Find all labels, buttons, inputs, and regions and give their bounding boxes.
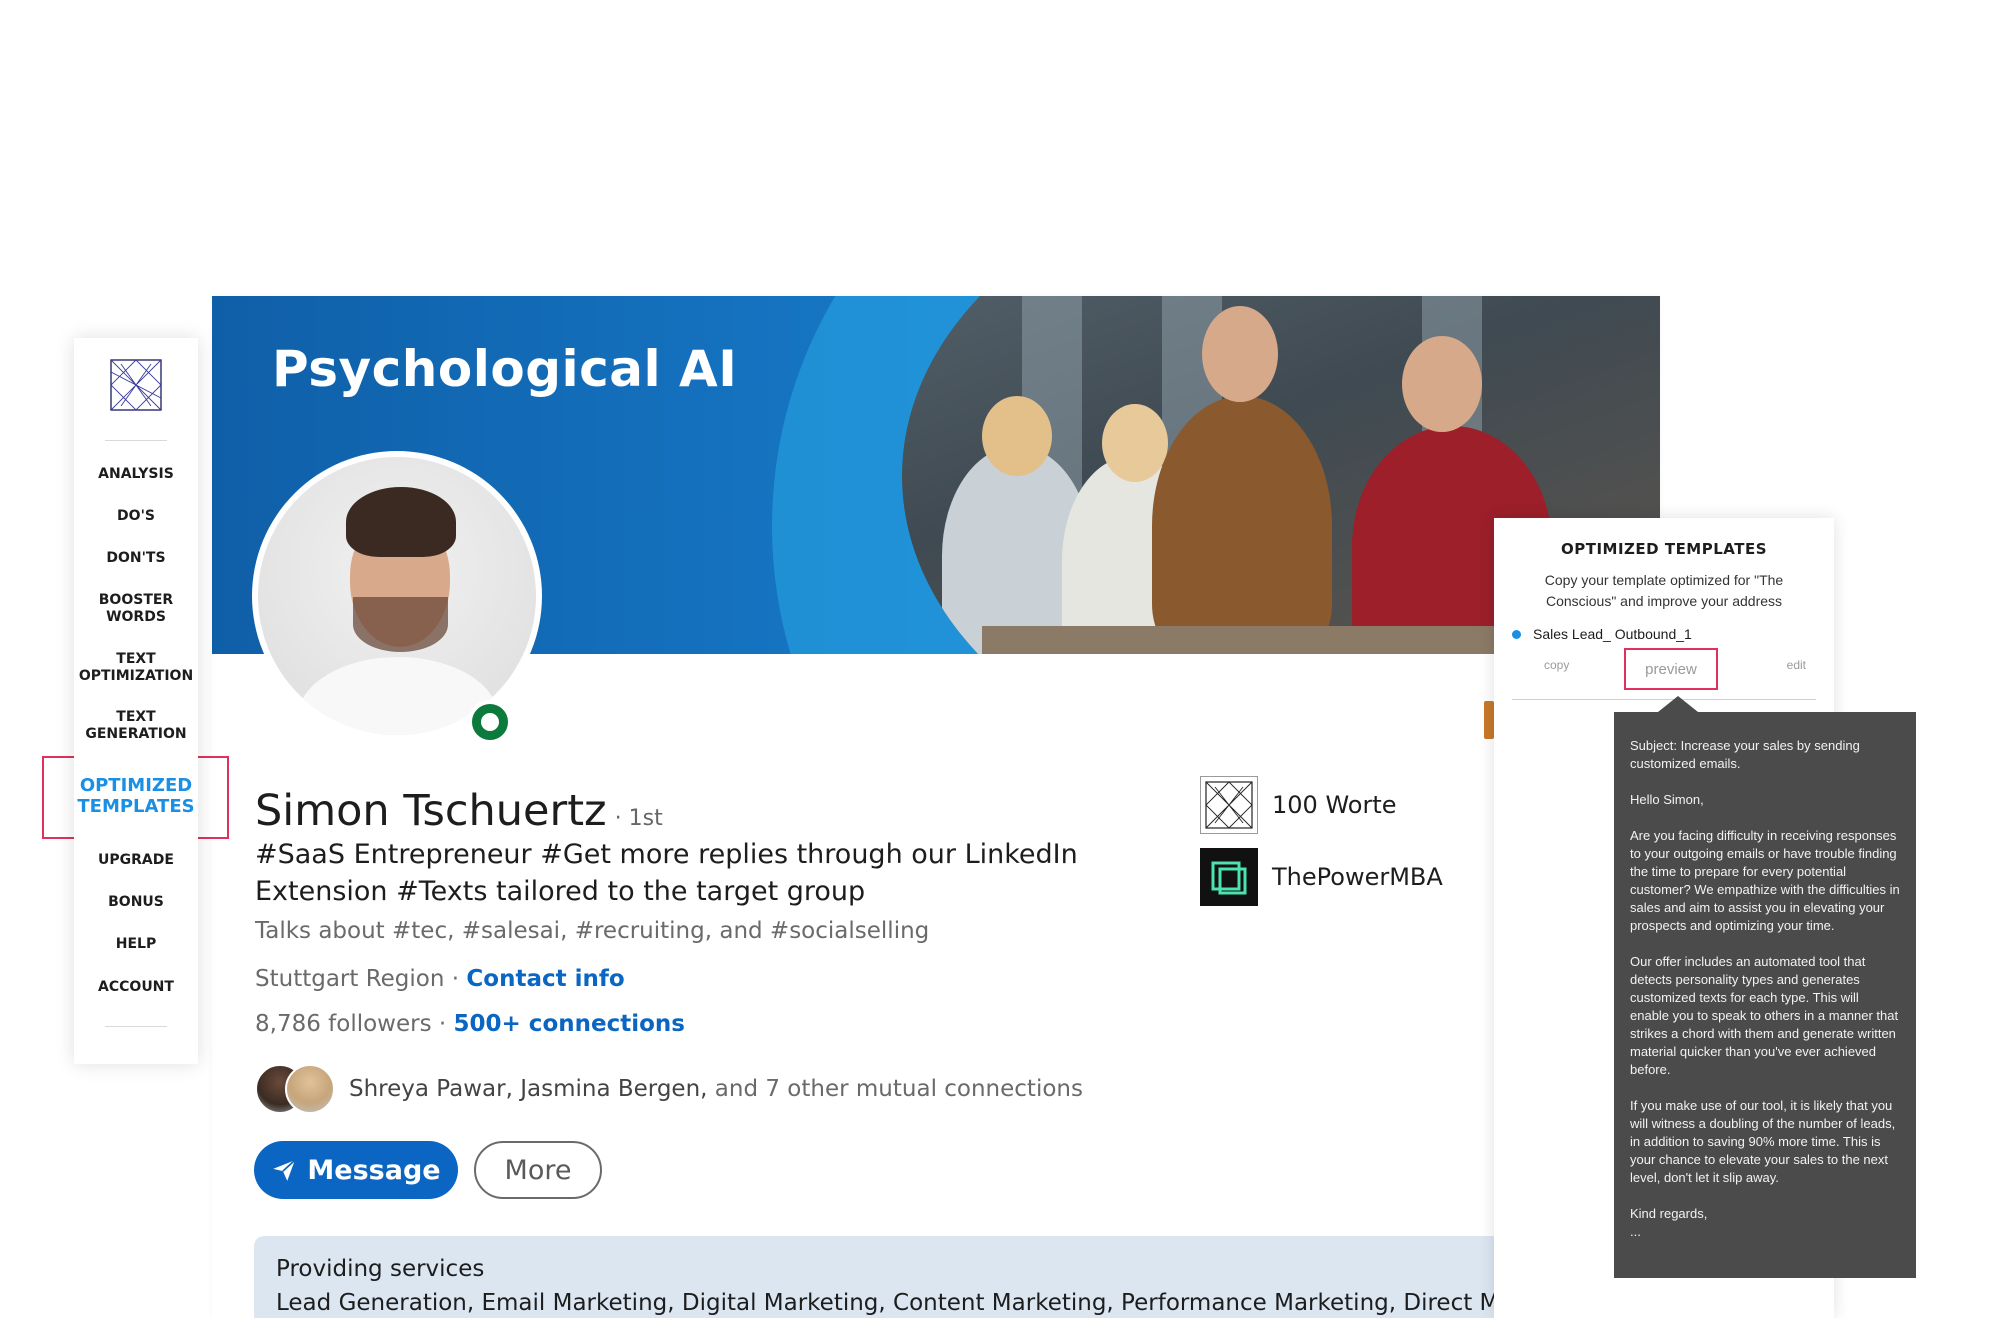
banner-person — [1152, 396, 1332, 654]
sidebar-divider — [105, 440, 167, 441]
sidebar-item-analysis[interactable]: ANALYSIS — [74, 466, 198, 483]
avatar-photo — [258, 457, 536, 735]
followers-row: 8,786 followers · 500+ connections — [255, 1011, 685, 1037]
more-button-label: More — [504, 1154, 572, 1186]
side-tab — [1484, 701, 1494, 739]
talks-about: Talks about #tec, #salesai, #recruiting,… — [255, 918, 930, 944]
preview-button[interactable]: preview — [1624, 648, 1718, 690]
preview-paragraph: Our offer includes an automated tool tha… — [1630, 954, 1899, 1077]
online-status-ring — [472, 704, 508, 740]
preview-ellipsis: ... — [1630, 1224, 1641, 1239]
sidebar-item-bonus[interactable]: BONUS — [74, 894, 198, 911]
connections-separator: · — [438, 1011, 447, 1037]
avatar-hair — [346, 487, 456, 557]
connection-degree: · 1st — [614, 806, 663, 831]
extension-logo-icon[interactable] — [109, 358, 163, 412]
services-list: Lead Generation, Email Marketing, Digita… — [276, 1290, 1554, 1316]
preview-greeting: Hello Simon, — [1630, 792, 1704, 807]
template-entry[interactable]: Sales Lead_ Outbound_1 — [1512, 626, 1692, 642]
company-name: ThePowerMBA — [1272, 863, 1443, 891]
mutual-names: Shreya Pawar, Jasmina Bergen, — [349, 1076, 708, 1102]
avatar — [285, 1064, 335, 1114]
name-row: Simon Tschuertz · 1st — [255, 786, 663, 836]
copy-button[interactable]: copy — [1544, 658, 1569, 672]
sidebar-item-optimized-templates[interactable]: OPTIMIZED TEMPLATES — [74, 775, 198, 817]
location-row: Stuttgart Region · Contact info — [255, 966, 625, 992]
online-status-icon — [468, 700, 512, 744]
banner-person-head — [982, 396, 1052, 476]
profile-name: Simon Tschuertz — [255, 786, 607, 836]
followers-count: 8,786 followers — [255, 1011, 432, 1037]
sidebar-item-dos[interactable]: DO'S — [74, 508, 198, 525]
preview-paragraph: If you make use of our tool, it is likel… — [1630, 1098, 1896, 1185]
banner-person-head — [1202, 306, 1278, 402]
location: Stuttgart Region · — [255, 966, 460, 992]
profile-headline: #SaaS Entrepreneur #Get more replies thr… — [255, 839, 1078, 907]
templates-title: OPTIMIZED TEMPLATES — [1560, 540, 1768, 558]
template-actions: copy preview edit — [1512, 648, 1816, 700]
profile-avatar[interactable] — [252, 451, 542, 741]
template-name: Sales Lead_ Outbound_1 — [1533, 626, 1692, 642]
mutual-avatars — [255, 1064, 335, 1114]
mutual-connections[interactable]: Shreya Pawar, Jasmina Bergen, and 7 othe… — [255, 1064, 1083, 1114]
services-title: Providing services — [276, 1256, 485, 1282]
connections-link[interactable]: 500+ connections — [454, 1011, 685, 1037]
banner-person-head — [1102, 404, 1168, 482]
providing-services[interactable]: Providing services Lead Generation, Emai… — [254, 1236, 1634, 1318]
more-button[interactable]: More — [474, 1141, 602, 1199]
company-item[interactable]: ThePowerMBA — [1200, 848, 1443, 906]
bullet-icon — [1512, 629, 1521, 639]
mutual-rest: and 7 other mutual connections — [714, 1076, 1083, 1102]
powermba-logo-icon — [1200, 848, 1258, 906]
company-list: 100 Worte ThePowerMBA — [1200, 776, 1443, 920]
sidebar-item-donts[interactable]: DON'TS — [74, 550, 198, 567]
sidebar-item-account[interactable]: ACCOUNT — [74, 979, 198, 996]
extension-sidebar: ANALYSIS DO'S DON'TS BOOSTER WORDS TEXT … — [74, 338, 198, 1064]
banner-title: Psychological AI — [272, 340, 738, 398]
message-button[interactable]: Message — [254, 1141, 458, 1199]
edit-button[interactable]: edit — [1787, 658, 1806, 672]
profile-card: Psychological AI Simon Tschuertz · 1st #… — [212, 296, 1660, 1318]
banner-person-head — [1402, 336, 1482, 432]
sidebar-item-upgrade[interactable]: UPGRADE — [74, 852, 198, 869]
templates-description: Copy your template optimized for "The Co… — [1544, 572, 1784, 609]
preview-closing: Kind regards, — [1630, 1206, 1708, 1221]
message-button-label: Message — [307, 1154, 441, 1186]
tooltip-arrow — [1658, 696, 1698, 712]
contact-info-link[interactable]: Contact info — [466, 966, 624, 992]
preview-subject: Subject: Increase your sales by sending … — [1630, 738, 1860, 771]
company-item[interactable]: 100 Worte — [1200, 776, 1443, 834]
sidebar-divider — [105, 1026, 167, 1027]
send-icon — [273, 1159, 296, 1181]
sidebar-item-text-generation[interactable]: TEXT GENERATION — [74, 709, 198, 743]
preview-paragraph: Are you facing difficulty in receiving r… — [1630, 828, 1900, 933]
avatar-beard — [353, 597, 448, 652]
worte-logo-icon — [1200, 776, 1258, 834]
sidebar-item-booster-words[interactable]: BOOSTER WORDS — [74, 592, 198, 626]
sidebar-item-help[interactable]: HELP — [74, 936, 198, 953]
sidebar-item-text-optimization[interactable]: TEXT OPTIMIZATION — [74, 651, 198, 685]
preview-tooltip: Subject: Increase your sales by sending … — [1614, 712, 1916, 1278]
company-name: 100 Worte — [1272, 791, 1397, 819]
